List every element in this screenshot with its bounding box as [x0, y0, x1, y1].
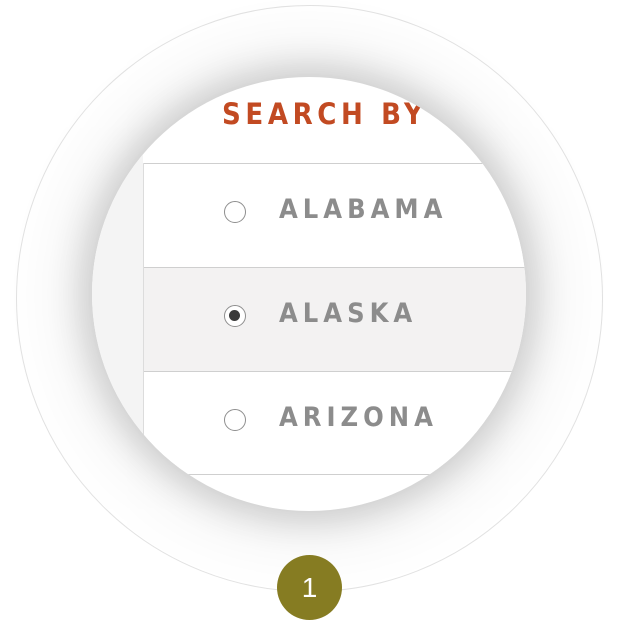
state-option-arizona[interactable]: ARIZONA — [144, 371, 526, 475]
radio-unchecked-icon[interactable] — [224, 201, 246, 223]
state-option-alaska[interactable]: ALASKA — [144, 267, 526, 371]
state-option-label: ALABAMA — [279, 194, 448, 225]
state-option-label: ALASKA — [279, 298, 418, 329]
search-by-state-heading: SEARCH BY STATE — [222, 97, 526, 131]
magnifier-lens: SEARCH BY STATE ALABAMA ALASKA ARIZONA — [92, 77, 526, 511]
radio-unchecked-icon[interactable] — [224, 409, 246, 431]
state-list: ALABAMA ALASKA ARIZONA — [143, 163, 526, 485]
zoomed-content: SEARCH BY STATE ALABAMA ALASKA ARIZONA — [92, 77, 526, 511]
radio-checked-icon[interactable] — [224, 305, 246, 327]
state-option-label: ARIZONA — [279, 402, 438, 433]
page-side-strip — [92, 77, 143, 511]
step-number-badge: 1 — [277, 555, 342, 620]
state-option-alabama[interactable]: ALABAMA — [144, 163, 526, 267]
